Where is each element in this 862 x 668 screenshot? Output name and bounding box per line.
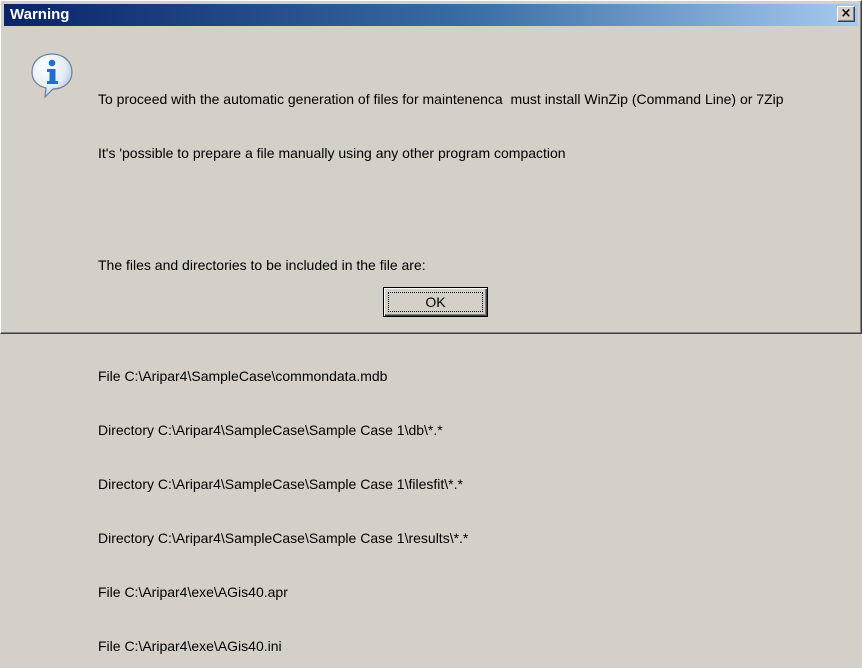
file-path-item: Directory C:\Aripar4\SampleCase\Sample C… — [98, 422, 443, 438]
information-icon — [31, 53, 73, 99]
message-line: The files and directories to be included… — [98, 257, 426, 273]
close-button[interactable]: × — [837, 6, 855, 22]
information-icon-dot — [48, 59, 56, 67]
ok-button-label: OK — [425, 294, 446, 310]
message-line: It's 'possible to prepare a file manuall… — [98, 145, 566, 161]
title-bar[interactable]: Warning × — [4, 4, 858, 26]
dialog-title: Warning — [10, 6, 70, 23]
close-icon: × — [840, 6, 852, 21]
file-path-item: File C:\Aripar4\exe\AGis40.ini — [98, 638, 282, 654]
ok-button[interactable]: OK — [383, 287, 488, 317]
file-path-item: Directory C:\Aripar4\SampleCase\Sample C… — [98, 476, 463, 492]
file-path-item: File C:\Aripar4\exe\AGis40.apr — [98, 584, 288, 600]
warning-dialog: Warning × To proceed with the automatic … — [0, 0, 862, 654]
file-path-item: File C:\Aripar4\SampleCase\commondata.md… — [98, 368, 388, 384]
file-path-item: Directory C:\Aripar4\SampleCase\Sample C… — [98, 530, 469, 546]
message-body: To proceed with the automatic generation… — [98, 54, 853, 668]
message-line: To proceed with the automatic generation… — [98, 91, 784, 107]
